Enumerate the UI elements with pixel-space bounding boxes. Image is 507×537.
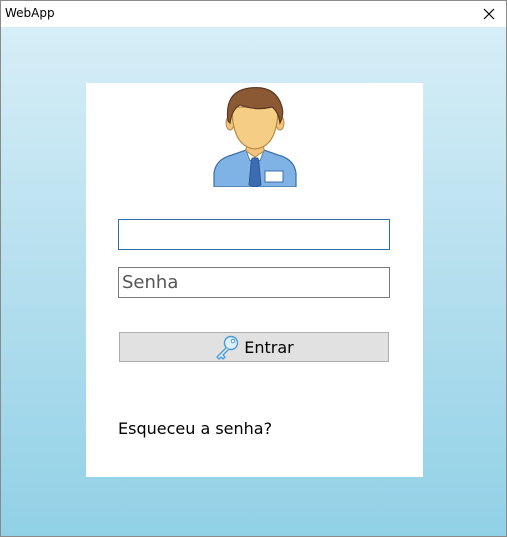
app-window: WebApp Senha Entrar Esqueceu a senha?: [0, 0, 507, 537]
password-input[interactable]: [118, 267, 390, 298]
username-input[interactable]: [118, 219, 390, 250]
login-button-label: Entrar: [244, 337, 294, 357]
login-card: Entrar Esqueceu a senha?: [86, 83, 423, 477]
user-avatar-icon: [213, 87, 297, 187]
close-button[interactable]: [472, 1, 506, 27]
client-area: Entrar Esqueceu a senha?: [1, 27, 506, 536]
window-title: WebApp: [5, 6, 55, 20]
key-icon: [216, 335, 239, 360]
login-button[interactable]: Entrar: [119, 332, 389, 362]
forgot-password-link[interactable]: Esqueceu a senha?: [118, 419, 272, 438]
title-bar[interactable]: WebApp: [1, 1, 506, 27]
close-icon: [483, 8, 495, 20]
